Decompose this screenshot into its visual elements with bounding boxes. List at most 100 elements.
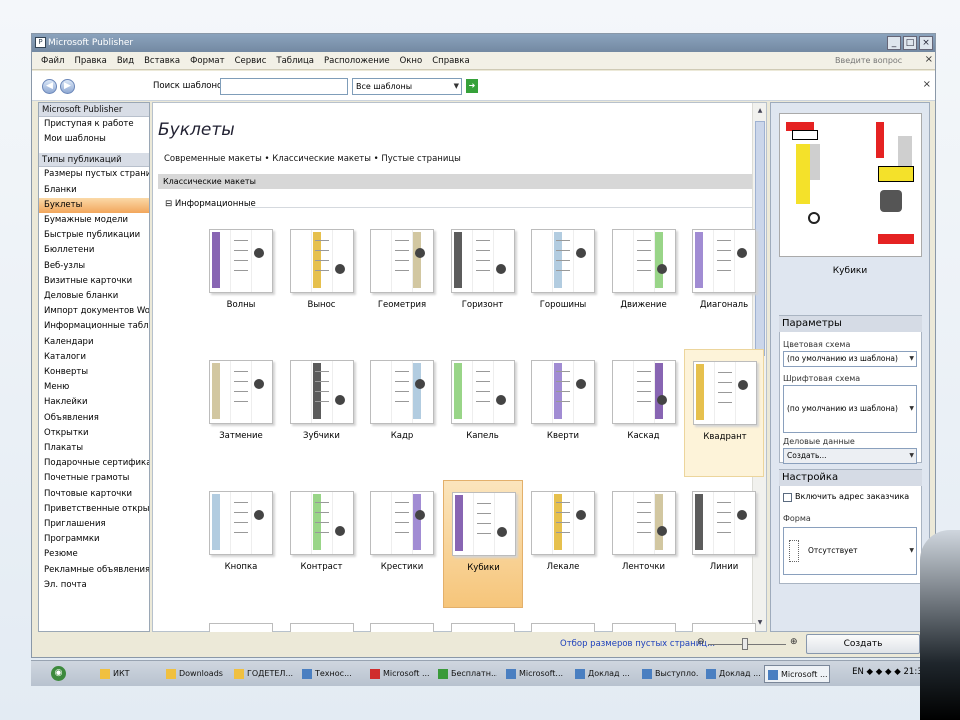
template-thumbnail-partial[interactable] [370,623,434,632]
publication-type-item[interactable]: Бюллетени [39,243,149,258]
language-indicator[interactable]: EN [852,667,864,677]
publication-type-item[interactable]: Рекламные объявления [39,563,149,578]
group-toggle[interactable]: ⊟ Информационные [165,199,256,209]
zoom-in-icon[interactable]: ⊕ [790,637,798,647]
help-question-input[interactable]: Введите вопрос [829,54,921,68]
menu-item[interactable]: Сервис [230,56,272,66]
template-tile[interactable]: Геометрия [362,218,442,346]
menu-item[interactable]: Формат [185,56,230,66]
taskbar-item[interactable]: Бесплатн... [435,665,497,683]
template-thumbnail-partial[interactable] [611,623,676,632]
menu-item[interactable]: Вставка [139,56,185,66]
template-tile[interactable]: Крестики [362,480,442,608]
business-info-select[interactable]: Создать... ▼ [783,448,917,464]
search-go-button[interactable]: ➜ [466,79,478,93]
publication-type-item[interactable]: Резюме [39,547,149,562]
template-thumbnail-partial[interactable] [531,623,595,632]
template-tile[interactable]: Движение [604,218,684,346]
template-tile[interactable]: Вынос [282,218,362,346]
publication-type-item[interactable]: Наклейки [39,395,149,410]
publication-type-item[interactable]: Подарочные сертификаты [39,456,149,471]
publication-type-item[interactable]: Информационные таблич... [39,319,149,334]
publication-type-item[interactable]: Веб-узлы [39,259,149,274]
font-scheme-select[interactable]: (по умолчанию из шаблона) ▼ [783,385,917,433]
publication-type-item[interactable]: Бланки [39,183,149,198]
template-tile[interactable]: Кнопка [201,480,281,608]
taskbar-item[interactable]: Microsoft ... [764,665,830,683]
template-tile[interactable]: Линии [684,480,764,608]
template-tile[interactable]: Каскад [604,349,684,477]
close-button[interactable]: × [919,36,933,50]
publication-type-item[interactable]: Плакаты [39,441,149,456]
menu-item[interactable]: Правка [69,56,111,66]
taskbar-item[interactable]: ГОДЕТЕЛ... [231,665,293,683]
publication-type-item[interactable]: Эл. почта [39,578,149,593]
menu-item[interactable]: Окно [395,56,428,66]
publication-type-item[interactable]: Каталоги [39,350,149,365]
template-search-input[interactable] [220,78,348,95]
template-thumbnail-partial[interactable] [209,623,273,632]
blank-sizes-link[interactable]: Отбор размеров пустых страниц... [560,639,715,649]
publication-type-item[interactable]: Размеры пустых страниц [39,167,149,182]
publication-type-item[interactable]: Почтовые карточки [39,487,149,502]
create-button[interactable]: Создать [806,634,920,654]
template-tile[interactable]: Кубики [442,480,523,608]
template-tile[interactable]: Квадрант [684,349,764,477]
publication-type-item[interactable]: Календари [39,335,149,350]
publication-type-item[interactable]: Открытки [39,426,149,441]
publication-type-item[interactable]: Программки [39,532,149,547]
publication-type-item[interactable]: Объявления [39,411,149,426]
form-select[interactable]: Отсутствует ▼ [783,527,917,575]
publication-type-item[interactable]: Приглашения [39,517,149,532]
publication-type-item[interactable]: Импорт документов Word [39,304,149,319]
start-button-icon[interactable]: ◉ [51,666,66,681]
menu-item[interactable]: Расположение [319,56,395,66]
menu-item[interactable]: Таблица [271,56,319,66]
publication-type-item[interactable]: Буклеты [39,197,149,214]
template-tile[interactable]: Волны [201,218,281,346]
close-icon[interactable]: × [923,79,931,90]
taskbar-item[interactable]: Выступло... [639,665,699,683]
customer-address-checkbox[interactable] [783,493,792,502]
template-thumbnail-partial[interactable] [289,623,354,632]
taskbar-item[interactable]: Технос... [299,665,361,683]
menu-item[interactable]: Справка [427,56,474,66]
publication-type-item[interactable]: Визитные карточки [39,274,149,289]
menu-item[interactable]: Вид [112,56,139,66]
maximize-button[interactable]: □ [903,36,917,50]
scroll-up-icon[interactable]: ▲ [755,105,765,117]
forward-arrow-icon[interactable]: ▶ [60,79,75,94]
zoom-slider-thumb[interactable] [742,638,748,650]
taskbar-item[interactable]: ИКТ [97,665,157,683]
publication-type-item[interactable]: Приветственные открытки [39,502,149,517]
color-scheme-select[interactable]: (по умолчанию из шаблона) ▼ [783,351,917,367]
close-doc-icon[interactable]: × [925,54,933,65]
publication-type-item[interactable]: Меню [39,380,149,395]
template-tile[interactable]: Зубчики [282,349,362,477]
back-arrow-icon[interactable]: ◀ [42,79,57,94]
template-tile[interactable]: Лекале [523,480,603,608]
design-links[interactable]: Современные макеты • Классические макеты… [164,154,461,164]
taskbar-item[interactable]: Microsoft... [503,665,565,683]
template-tile[interactable]: Горизонт [443,218,523,346]
publication-type-item[interactable]: Конверты [39,365,149,380]
scroll-down-icon[interactable]: ▼ [755,617,765,629]
taskbar-item[interactable]: Доклад ... [703,665,761,683]
taskbar-item[interactable]: Microsoft ... [367,665,429,683]
template-tile[interactable]: Диагональ [684,218,764,346]
template-tile[interactable]: Кадр [362,349,442,477]
pane-link[interactable]: Мои шаблоны [39,132,149,147]
taskbar-item[interactable]: Доклад ... [572,665,634,683]
zoom-out-icon[interactable]: ⊖ [697,637,705,647]
template-tile[interactable]: Ленточки [604,480,684,608]
pane-link[interactable]: Приступая к работе [39,117,149,132]
menu-item[interactable]: Файл [36,56,69,66]
template-tile[interactable]: Капель [443,349,523,477]
template-tile[interactable]: Затмение [201,349,281,477]
publication-type-item[interactable]: Бумажные модели [39,213,149,228]
template-tile[interactable]: Контраст [282,480,362,608]
template-scope-select[interactable]: Все шаблоны ▼ [352,78,462,95]
template-thumbnail-partial[interactable] [450,623,515,632]
minimize-button[interactable]: _ [887,36,901,50]
template-thumbnail-partial[interactable] [692,623,756,632]
